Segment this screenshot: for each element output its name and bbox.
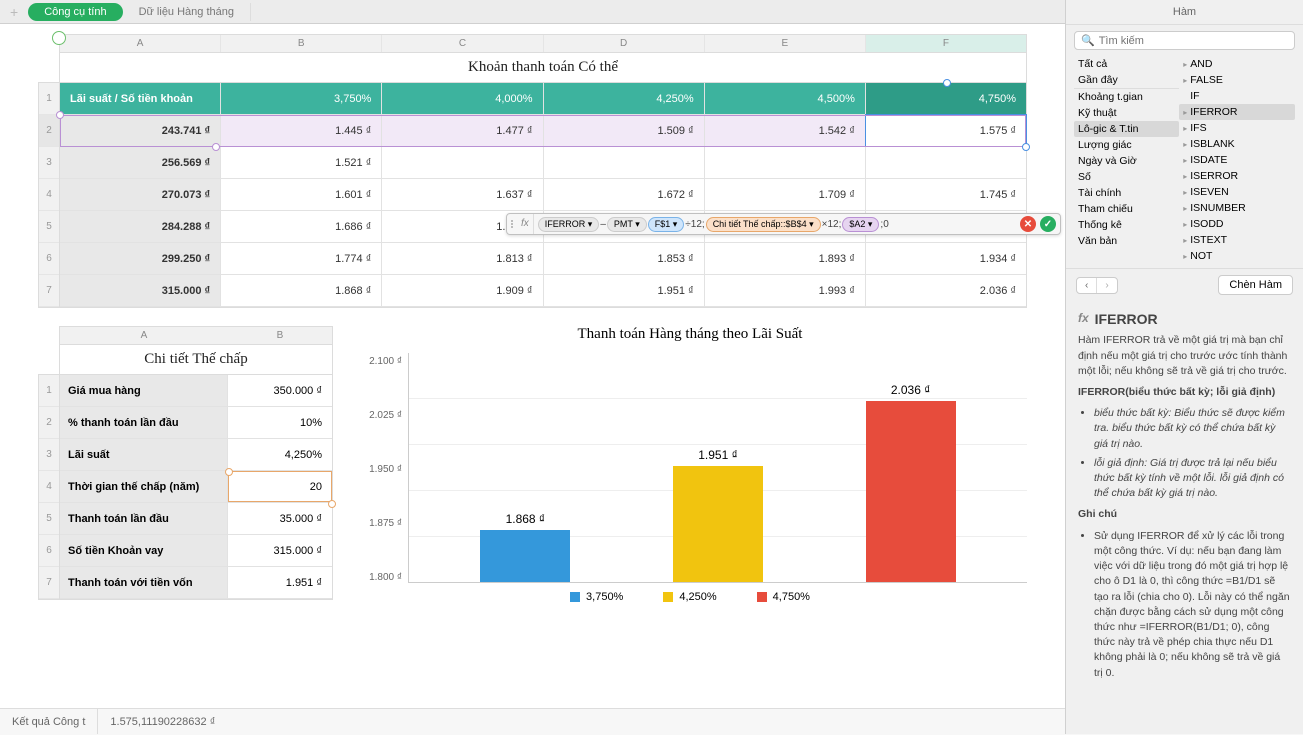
selection-handle[interactable] (1022, 143, 1030, 151)
add-sheet-icon[interactable]: + (10, 4, 18, 20)
table-payments: ABCDEF Khoản thanh toán Có thể 1234567 L… (38, 34, 1027, 308)
cat-recent: Gần đây (1074, 72, 1179, 88)
bar-1: 1.868 ₫ (480, 530, 570, 582)
status-bar: Kết quả Công t 1.575,11190228632 ₫ (0, 708, 1065, 734)
search-icon: 🔍 (1081, 34, 1095, 47)
selection-handle[interactable] (943, 79, 951, 87)
cat-duration: Khoảng t.gian (1074, 89, 1179, 105)
cell-F2: 1.575 ₫ (866, 115, 1026, 146)
back-icon: ‹ (1077, 278, 1097, 293)
tab-monthly-data[interactable]: Dữ liệu Hàng tháng (123, 3, 251, 21)
cat-logic: Lô-gic & T.tin (1074, 121, 1179, 137)
fn-token-pmt[interactable]: PMT ▾ (607, 217, 647, 232)
ref-token[interactable]: F$1 ▾ (648, 217, 685, 232)
details-title: Chi tiết Thế chấp (59, 344, 333, 374)
bar-3: 2.036 ₫ (866, 401, 956, 582)
table-handle[interactable] (52, 31, 66, 45)
ref-handle[interactable] (212, 143, 220, 151)
chart-legend: 3,750% 4,250% 4,750% (353, 591, 1027, 603)
cat-eng: Kỹ thuật (1074, 105, 1179, 121)
column-headers[interactable]: ABCDEF (59, 34, 1027, 52)
functions-panel: Hàm 🔍 Tất cả Gần đây Khoảng t.gian Kỹ th… (1065, 0, 1303, 734)
fx-icon: fx (1078, 310, 1089, 327)
spreadsheet-grid[interactable]: Lãi suất / Số tiền khoản vay3,750%4,000%… (59, 82, 1027, 308)
ref-handle[interactable] (225, 468, 233, 476)
cancel-formula-button[interactable]: ✕ (1020, 216, 1036, 232)
function-list[interactable]: ▸AND ▸FALSE ▸IF ▸IFERROR ▸IFS ▸ISBLANK ▸… (1179, 56, 1295, 264)
category-list[interactable]: Tất cả Gần đây Khoảng t.gian Kỹ thuật Lô… (1074, 56, 1179, 264)
cell-B4[interactable]: 20 (228, 471, 332, 502)
fn-token[interactable]: IFERROR ▾ (538, 217, 600, 232)
ref-token[interactable]: Chi tiết Thế chấp::$B$4 ▾ (706, 217, 821, 232)
insert-function-button[interactable]: Chèn Hàm (1218, 275, 1293, 295)
fn-iferror: ▸IFERROR (1179, 104, 1295, 120)
panel-title: Hàm (1066, 0, 1303, 25)
drag-handle-icon[interactable] (507, 214, 517, 234)
cat-all: Tất cả (1074, 56, 1179, 72)
fx-icon: fx (517, 214, 534, 234)
function-doc: fxIFERROR Hàm IFERROR trả về một giá trị… (1066, 301, 1303, 734)
sheet-tabs: + Công cụ tính Dữ liệu Hàng tháng (0, 0, 1065, 24)
tab-calculator[interactable]: Công cụ tính (28, 3, 122, 21)
bar-2: 1.951 ₫ (673, 466, 763, 582)
search-input[interactable]: 🔍 (1074, 31, 1295, 50)
doc-nav[interactable]: ‹› (1076, 277, 1118, 294)
table-title: Khoản thanh toán Có thể (59, 52, 1027, 82)
ref-handle[interactable] (328, 500, 336, 508)
table-mortgage-details: AB Chi tiết Thế chấp 1234567 Giá mua hàn… (38, 326, 333, 603)
ref-handle[interactable] (56, 111, 64, 119)
ref-token[interactable]: $A2 ▾ (842, 217, 879, 232)
y-axis: 2.100 ₫2.025 ₫1.950 ₫1.875 ₫1.800 ₫ (353, 356, 408, 583)
chart-monthly-payment[interactable]: Thanh toán Hàng tháng theo Lãi Suất 2.10… (353, 326, 1027, 603)
accept-formula-button[interactable]: ✓ (1040, 216, 1056, 232)
plot-area: 1.868 ₫ 1.951 ₫ 2.036 ₫ (408, 353, 1027, 583)
formula-editor[interactable]: fx IFERROR ▾ – PMT ▾ F$1 ▾ ÷12; Chi tiết… (506, 213, 1061, 235)
forward-icon: › (1097, 278, 1116, 293)
